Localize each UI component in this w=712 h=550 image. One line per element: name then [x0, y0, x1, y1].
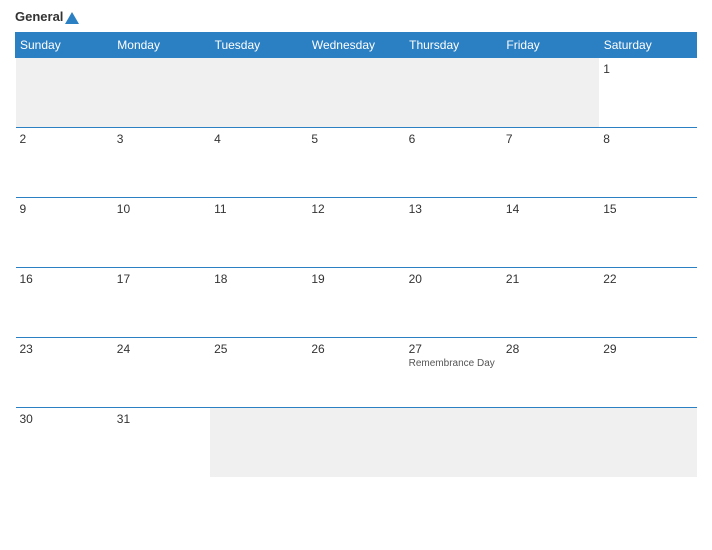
calendar-row: 2345678: [16, 127, 697, 197]
calendar-cell: 2: [16, 127, 113, 197]
day-number: 19: [311, 272, 400, 286]
day-number: 24: [117, 342, 206, 356]
calendar-header: General: [15, 10, 697, 24]
day-event: Remembrance Day: [409, 358, 498, 369]
calendar-cell: 10: [113, 197, 210, 267]
calendar-row: 30 31: [16, 407, 697, 477]
day-number: 6: [409, 132, 498, 146]
calendar-cell: [16, 57, 113, 127]
weekday-header: Sunday: [16, 32, 113, 57]
calendar-cell: 14: [502, 197, 599, 267]
calendar-cell: [210, 407, 307, 477]
calendar-row: 9 10 11 12 13 14 15: [16, 197, 697, 267]
day-number: 16: [20, 272, 109, 286]
day-number: 2: [20, 132, 109, 146]
day-number: 5: [311, 132, 400, 146]
calendar-cell: 20: [405, 267, 502, 337]
calendar-cell: [113, 57, 210, 127]
day-number: 31: [117, 412, 206, 426]
day-number: 20: [409, 272, 498, 286]
day-number: 12: [311, 202, 400, 216]
calendar-cell: 21: [502, 267, 599, 337]
calendar-cell: [210, 57, 307, 127]
calendar-table: SundayMondayTuesdayWednesdayThursdayFrid…: [15, 32, 697, 478]
calendar-cell: 3: [113, 127, 210, 197]
calendar-cell: 24: [113, 337, 210, 407]
day-number: 18: [214, 272, 303, 286]
weekday-header-row: SundayMondayTuesdayWednesdayThursdayFrid…: [16, 32, 697, 57]
day-number: 26: [311, 342, 400, 356]
logo-triangle-icon: [65, 12, 79, 24]
calendar-cell: 31: [113, 407, 210, 477]
day-number: 4: [214, 132, 303, 146]
calendar-cell: [405, 57, 502, 127]
weekday-header: Monday: [113, 32, 210, 57]
calendar-row: 16 17 18 19 20 21 22: [16, 267, 697, 337]
day-number: 23: [20, 342, 109, 356]
calendar-cell: 16: [16, 267, 113, 337]
calendar-cell: 6: [405, 127, 502, 197]
weekday-header: Friday: [502, 32, 599, 57]
calendar-cell: 19: [307, 267, 404, 337]
calendar-cell: 12: [307, 197, 404, 267]
calendar-row: 1: [16, 57, 697, 127]
calendar-cell: [307, 407, 404, 477]
day-number: 10: [117, 202, 206, 216]
calendar-cell: 25: [210, 337, 307, 407]
calendar-container: General SundayMondayTuesdayWednesdayThur…: [0, 0, 712, 550]
calendar-cell: [307, 57, 404, 127]
day-number: 1: [603, 62, 692, 76]
day-number: 25: [214, 342, 303, 356]
calendar-cell: [405, 407, 502, 477]
day-number: 21: [506, 272, 595, 286]
day-number: 27: [409, 342, 498, 356]
day-number: 14: [506, 202, 595, 216]
weekday-header: Thursday: [405, 32, 502, 57]
day-number: 13: [409, 202, 498, 216]
day-number: 15: [603, 202, 692, 216]
day-number: 8: [603, 132, 692, 146]
calendar-cell: 7: [502, 127, 599, 197]
day-number: 29: [603, 342, 692, 356]
calendar-cell: 29: [599, 337, 696, 407]
calendar-cell: 1: [599, 57, 696, 127]
day-number: 9: [20, 202, 109, 216]
calendar-cell: 9: [16, 197, 113, 267]
calendar-cell: 22: [599, 267, 696, 337]
day-number: 28: [506, 342, 595, 356]
calendar-cell: 11: [210, 197, 307, 267]
calendar-cell: 13: [405, 197, 502, 267]
day-number: 22: [603, 272, 692, 286]
calendar-cell: 15: [599, 197, 696, 267]
logo: General: [15, 10, 79, 24]
calendar-cell: 28: [502, 337, 599, 407]
day-number: 30: [20, 412, 109, 426]
calendar-cell: 17: [113, 267, 210, 337]
day-number: 11: [214, 202, 303, 216]
weekday-header: Tuesday: [210, 32, 307, 57]
calendar-cell: 8: [599, 127, 696, 197]
logo-general-text: General: [15, 10, 79, 24]
calendar-cell: 5: [307, 127, 404, 197]
weekday-header: Saturday: [599, 32, 696, 57]
calendar-cell: 18: [210, 267, 307, 337]
calendar-cell: 4: [210, 127, 307, 197]
weekday-header: Wednesday: [307, 32, 404, 57]
calendar-row: 23 24 25 26 27 Remembrance Day 28 29: [16, 337, 697, 407]
day-number: 17: [117, 272, 206, 286]
calendar-cell: 27 Remembrance Day: [405, 337, 502, 407]
calendar-cell: 23: [16, 337, 113, 407]
day-number: 3: [117, 132, 206, 146]
calendar-cell: [502, 407, 599, 477]
calendar-cell: 30: [16, 407, 113, 477]
day-number: 7: [506, 132, 595, 146]
calendar-cell: 26: [307, 337, 404, 407]
calendar-cell: [502, 57, 599, 127]
calendar-cell: [599, 407, 696, 477]
